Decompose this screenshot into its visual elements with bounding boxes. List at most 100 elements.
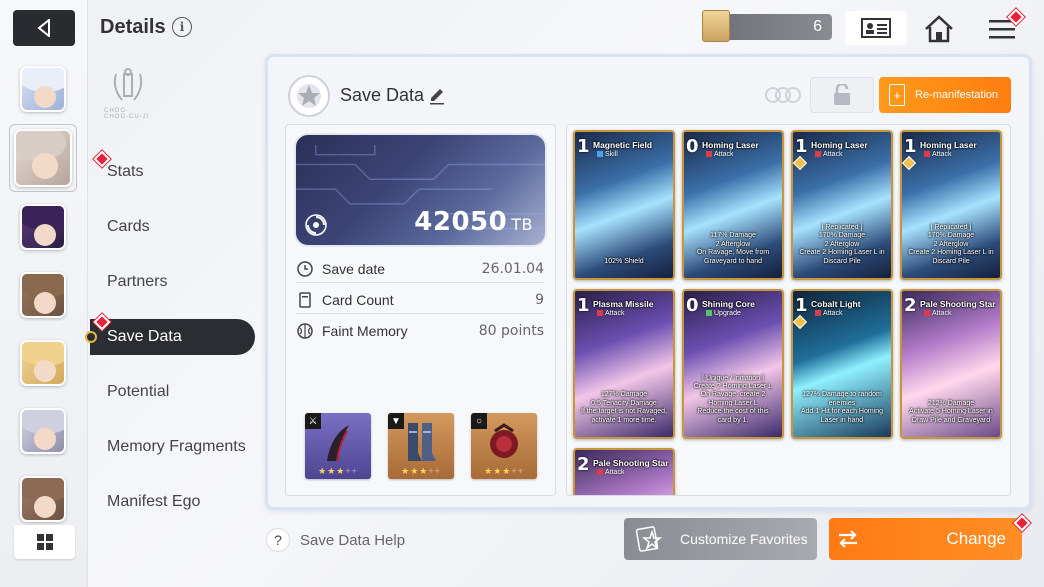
back-arrow-icon	[37, 19, 50, 37]
nav-item-label: Manifest Ego	[107, 493, 201, 510]
card-description: 127% Damage 0.5 Tenacity Damage If the tar…	[581, 391, 667, 424]
equipment-slot-accessory[interactable]: ○ ★★★++	[471, 413, 537, 479]
star-seal-icon	[297, 84, 321, 108]
card-type: Attack	[597, 310, 624, 317]
character-portrait-6[interactable]	[20, 408, 66, 454]
card-name: Cobalt Light	[811, 299, 861, 309]
item-stars: ★★★++	[484, 466, 524, 476]
nav-item-label: Memory Fragments	[107, 438, 246, 455]
card-name: Pale Shooting Star	[593, 458, 669, 468]
card-type: Attack	[815, 310, 842, 317]
card-name: Homing Laser	[702, 140, 759, 150]
item-stars: ★★★++	[401, 466, 441, 476]
card-name: Pale Shooting Star	[920, 299, 996, 309]
nav-item-potential[interactable]: Potential	[90, 374, 260, 410]
stat-label: Save date	[322, 260, 386, 277]
card-name: Homing Laser	[811, 140, 868, 150]
deck-card[interactable]: 2 Pale Shooting Star Attack 212% Damage Acti…	[900, 289, 1002, 439]
lock-button[interactable]	[810, 77, 874, 113]
card-name: Homing Laser	[920, 140, 977, 150]
faction-emblem: CHOO-CHOO-CU-JI	[104, 66, 152, 120]
card-type: Attack	[597, 469, 624, 476]
profile-card-icon	[861, 18, 891, 38]
skill-type-icon	[597, 151, 603, 158]
customize-favorites-label: Customize Favorites	[680, 531, 808, 547]
deck-card[interactable]: 1 Magnetic Field Skill 102% Shield	[573, 130, 675, 280]
currency-counter[interactable]: 6	[702, 10, 832, 42]
card-name: Plasma Missile	[593, 299, 654, 309]
grid-view-button[interactable]	[14, 525, 75, 559]
attack-type-icon	[706, 151, 712, 158]
card-description: [ Unique / Initiation ] Create 2 Homing L…	[693, 374, 773, 424]
nav-item-save-data[interactable]: Save Data	[85, 319, 255, 355]
nav-item-stats[interactable]: Stats	[90, 154, 260, 190]
panel-header: Save Data + Re-manifestation	[288, 75, 1018, 117]
nav-item-label: Partners	[107, 273, 168, 290]
brain-icon	[296, 322, 314, 340]
card-cost: 1	[577, 136, 590, 157]
card-cost: 2	[904, 295, 917, 316]
customize-favorites-button[interactable]: Customize Favorites	[624, 518, 817, 560]
grid-icon	[36, 534, 53, 550]
card-description: 117% Damage 2 Afterglow On Ravage, Move fr…	[696, 232, 770, 265]
nav-item-label: Stats	[107, 163, 144, 180]
clock-icon	[296, 260, 314, 278]
card-description: 127% Damage to random enemies Add 1 Hit f…	[800, 391, 884, 424]
laurel-emblem-icon	[113, 68, 143, 101]
character-portrait-4[interactable]	[20, 272, 66, 318]
equipment-slot-weapon[interactable]: ⚔ ★★★++	[305, 413, 371, 479]
change-button[interactable]: Change	[829, 518, 1022, 560]
help-icon[interactable]: ?	[266, 528, 290, 552]
card-type: Skill	[597, 151, 618, 158]
re-manifestation-button[interactable]: + Re-manifestation	[879, 77, 1011, 113]
character-portrait-1[interactable]	[20, 66, 66, 112]
card-name: Magnetic Field	[593, 140, 653, 150]
ring-orb-icon	[490, 423, 518, 458]
equipment-slot-armor[interactable]: ▼ ★★★++	[388, 413, 454, 479]
deck-card[interactable]: 0 Shining Core Upgrade [ Unique / Initiatio…	[682, 289, 784, 439]
card-type: Attack	[924, 151, 951, 158]
page-title: Details	[100, 16, 166, 38]
deck-card[interactable]: 1 Homing Laser Attack [ Replicated ] 170% Da…	[900, 130, 1002, 280]
card-description: [ Replicated ] 170% Damage 2 Afterglow Crea…	[908, 224, 994, 265]
save-info-card: 42050 TB Save date 26.01.04 Card Count 9 …	[285, 124, 556, 496]
deck-card[interactable]: 1 Plasma Missile Attack 127% Damage 0.5 Tena…	[573, 289, 675, 439]
deck-card[interactable]: 2 Pale Shooting Star Attack	[573, 448, 675, 495]
data-banner: 42050 TB	[294, 133, 547, 247]
attack-type-icon	[597, 310, 603, 317]
character-portrait-selected[interactable]	[14, 129, 72, 187]
nav-item-memory-fragments[interactable]: Memory Fragments	[90, 429, 260, 465]
profile-button[interactable]	[845, 11, 907, 45]
nav-item-manifest-ego[interactable]: Manifest Ego	[90, 484, 260, 520]
home-icon	[925, 15, 953, 43]
character-portrait-3[interactable]	[20, 204, 66, 250]
nav-item-cards[interactable]: Cards	[90, 209, 260, 245]
character-portrait-5[interactable]	[20, 340, 66, 386]
armor-boots-icon	[408, 423, 436, 461]
home-button[interactable]	[920, 12, 958, 46]
stat-row-faint-memory: Faint Memory 80 points	[296, 317, 544, 345]
character-portrait-7[interactable]	[20, 476, 66, 522]
save-data-help-link[interactable]: Save Data Help	[300, 532, 405, 549]
save-data-emblem	[288, 75, 330, 117]
card-cost: 0	[686, 295, 699, 316]
deck-card[interactable]: 0 Homing Laser Attack 117% Damage 2 Afterglo…	[682, 130, 784, 280]
active-indicator-icon	[85, 331, 97, 343]
item-stars: ★★★++	[318, 466, 358, 476]
edit-pencil-icon[interactable]	[428, 87, 446, 105]
unlock-icon	[834, 84, 850, 105]
star-cards-icon	[635, 526, 663, 552]
nav-item-partners[interactable]: Partners	[90, 264, 260, 300]
nav-item-label: Cards	[107, 218, 150, 235]
card-cost: 1	[577, 295, 590, 316]
card-deck-grid: 1 Magnetic Field Skill 102% Shield 0 Homing L…	[566, 124, 1011, 496]
info-icon[interactable]: i	[172, 17, 192, 37]
character-portrait-column	[0, 0, 88, 587]
stat-value: 80 points	[478, 323, 544, 339]
card-cost: 0	[686, 136, 699, 157]
back-button[interactable]	[13, 10, 75, 46]
stat-row-card-count: Card Count 9	[296, 286, 544, 314]
deck-card[interactable]: 1 Homing Laser Attack [ Replicated ] 170% Da…	[791, 130, 893, 280]
deck-card[interactable]: 1 Cobalt Light Attack 127% Damage to random…	[791, 289, 893, 439]
card-type: Attack	[815, 151, 842, 158]
